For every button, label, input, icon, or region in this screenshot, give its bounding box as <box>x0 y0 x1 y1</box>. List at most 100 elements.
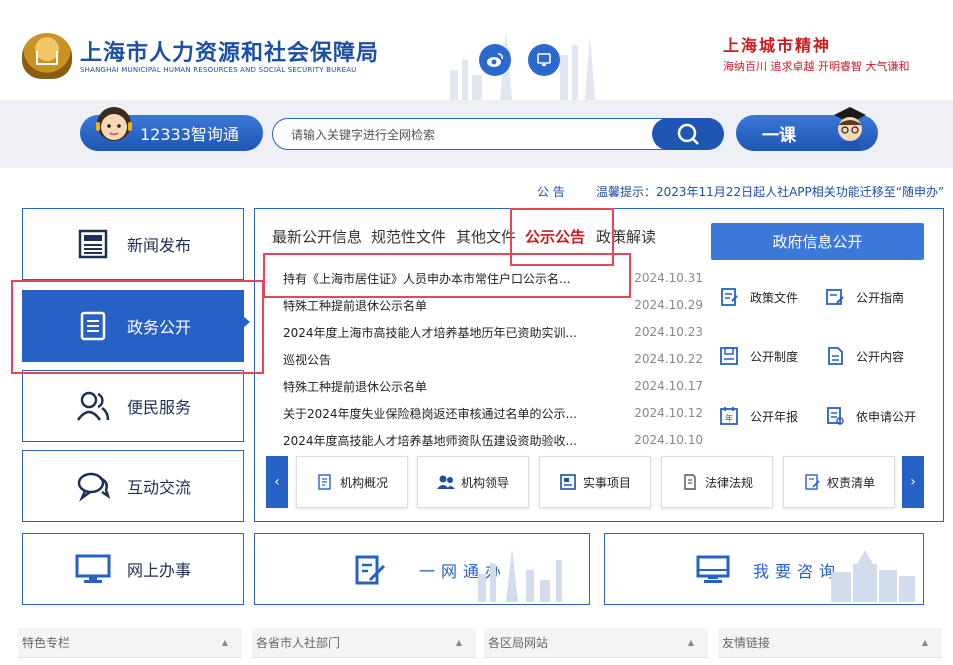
dropdown-provincial-hr[interactable]: 各省市人社部门 ▲ <box>252 628 476 658</box>
leaders-icon <box>436 473 455 491</box>
caret-up-icon: ▲ <box>687 638 694 647</box>
news-row[interactable]: 特殊工种提前退休公示名单 2024.10.29 <box>283 293 703 317</box>
dropdown-label: 各区局网站 <box>488 636 549 650</box>
caret-up-icon: ▲ <box>455 638 462 647</box>
gov-link-guide[interactable]: 公开指南 <box>824 286 904 308</box>
news-date: 2024.10.23 <box>634 325 703 339</box>
tab-policy-interpretation[interactable]: 政策解读 <box>596 226 656 247</box>
bureau-emblem-logo[interactable] <box>22 33 72 79</box>
tab-other-docs[interactable]: 其他文件 <box>456 226 516 247</box>
content-icon <box>824 345 846 367</box>
edit-doc-icon <box>355 555 386 585</box>
nav-item-online-service[interactable]: 网上办事 <box>22 533 244 605</box>
news-date: 2024.10.12 <box>634 406 703 420</box>
projects-icon <box>559 473 577 491</box>
news-row[interactable]: 2024年度高技能人才培养基地师资队伍建设资助验收... 2024.10.10 <box>283 428 703 452</box>
gov-link-annual-report[interactable]: 年 公开年报 <box>718 405 798 427</box>
news-date: 2024.10.17 <box>634 379 703 393</box>
gov-link-label: 公开制度 <box>750 349 799 364</box>
gov-info-disclosure-button[interactable]: 政府信息公开 <box>711 223 924 260</box>
nav-label: 政务公开 <box>127 318 192 337</box>
gov-link-system[interactable]: 公开制度 <box>718 345 798 367</box>
city-spirit-text: 海纳百川 追求卓越 开明睿智 大气谦和 <box>723 60 910 73</box>
news-title: 特殊工种提前退休公示名单 <box>283 298 428 313</box>
news-title: 关于2024年度失业保险稳岗返还审核通过名单的公示... <box>283 406 577 421</box>
weibo-icon[interactable] <box>479 44 511 76</box>
policy-doc-icon <box>718 286 740 308</box>
yike-label: 一课 <box>762 125 796 146</box>
gov-link-content[interactable]: 公开内容 <box>824 345 904 367</box>
gov-link-label: 公开内容 <box>856 349 905 364</box>
site-subtitle: SHANGHAI MUNICIPAL HUMAN RESOURCES AND S… <box>80 66 357 74</box>
online-service-banner[interactable]: 一网通办 <box>254 533 590 605</box>
shortcut-projects[interactable]: 实事项目 <box>539 456 651 508</box>
gov-link-label: 政策文件 <box>750 290 799 305</box>
shortcut-label: 权责清单 <box>826 475 875 490</box>
news-date: 2024.10.31 <box>634 271 703 285</box>
dropdown-label: 各省市人社部门 <box>256 636 341 650</box>
carousel-next-button[interactable]: › <box>902 456 924 508</box>
consult-banner[interactable]: 我要咨询 <box>604 533 924 605</box>
news-row[interactable]: 特殊工种提前退休公示名单 2024.10.17 <box>283 374 703 398</box>
law-icon <box>681 473 699 491</box>
org-overview-icon <box>316 473 334 491</box>
notice-marquee[interactable]: 温馨提示：2023年11月22日起人社APP相关功能迁移至“随申办” <box>596 183 953 200</box>
shortcut-org-overview[interactable]: 机构概况 <box>296 456 408 508</box>
assistant-avatar-icon[interactable] <box>92 104 136 150</box>
nav-item-services[interactable]: 便民服务 <box>22 370 244 442</box>
search-placeholder: 请输入关键字进行全网检索 <box>291 127 436 142</box>
news-title: 持有《上海市居住证》人员申办本市常住户口公示名... <box>283 271 571 286</box>
dropdown-featured-columns[interactable]: 特色专栏 ▲ <box>18 628 242 658</box>
caret-up-icon: ▲ <box>221 638 228 647</box>
news-date: 2024.10.29 <box>634 298 703 312</box>
monitor-icon <box>696 555 730 583</box>
shortcut-leaders[interactable]: 机构领导 <box>417 456 529 508</box>
news-title: 特殊工种提前退休公示名单 <box>283 379 428 394</box>
gov-link-label: 依申请公开 <box>856 409 917 424</box>
shortcut-laws[interactable]: 法律法规 <box>661 456 773 508</box>
dropdown-friendly-links[interactable]: 友情链接 ▲ <box>718 628 942 658</box>
chevron-left-icon: ‹ <box>274 474 280 490</box>
application-icon <box>824 405 846 427</box>
monitor-icon <box>73 549 113 589</box>
chevron-right-icon: › <box>910 474 916 490</box>
nav-item-interaction[interactable]: 互动交流 <box>22 450 244 522</box>
gov-link-label: 公开年报 <box>750 409 799 424</box>
carousel-prev-button[interactable]: ‹ <box>266 456 288 508</box>
news-row[interactable]: 关于2024年度失业保险稳岗返还审核通过名单的公示... 2024.10.12 <box>283 401 703 425</box>
shortcut-responsibility-list[interactable]: 权责清单 <box>783 456 895 508</box>
news-row[interactable]: 巡视公告 2024.10.22 <box>283 347 703 371</box>
document-icon <box>73 306 113 346</box>
gov-link-label: 公开指南 <box>856 290 905 305</box>
guide-icon <box>824 286 846 308</box>
nav-item-news[interactable]: 新闻发布 <box>22 208 244 280</box>
search-icon <box>677 123 699 145</box>
search-input[interactable]: 请输入关键字进行全网检索 <box>272 118 712 150</box>
system-icon <box>718 345 740 367</box>
dropdown-label: 特色专栏 <box>22 636 71 650</box>
tab-latest-info[interactable]: 最新公开信息 <box>272 226 362 247</box>
active-nav-arrow <box>243 316 250 328</box>
gov-link-policy-docs[interactable]: 政策文件 <box>718 286 798 308</box>
responsibility-list-icon <box>803 473 821 491</box>
news-title: 2024年度上海市高技能人才培养基地历年已资助实训... <box>283 325 577 340</box>
svg-text:年: 年 <box>725 413 733 423</box>
newspaper-icon <box>73 224 113 264</box>
notice-label: 公 告 <box>537 185 565 199</box>
news-row[interactable]: 2024年度上海市高技能人才培养基地历年已资助实训... 2024.10.23 <box>283 320 703 344</box>
skyline-decoration <box>450 30 595 100</box>
site-title[interactable]: 上海市人力资源和社会保障局 <box>80 35 379 67</box>
gov-link-apply[interactable]: 依申请公开 <box>824 405 916 427</box>
nav-item-gov-affairs[interactable]: 政务公开 <box>22 290 244 362</box>
news-date: 2024.10.10 <box>634 433 703 447</box>
teacher-avatar-icon[interactable] <box>826 103 874 151</box>
dropdown-district-sites[interactable]: 各区局网站 ▲ <box>484 628 708 658</box>
shortcut-label: 法律法规 <box>704 475 753 490</box>
search-button[interactable] <box>652 118 724 150</box>
skyline-illustration <box>478 548 562 602</box>
news-row[interactable]: 持有《上海市居住证》人员申办本市常住户口公示名... 2024.10.31 <box>283 266 703 290</box>
mobile-app-icon[interactable] <box>528 44 560 76</box>
tab-announcements[interactable]: 公示公告 <box>525 226 585 247</box>
tab-normative-docs[interactable]: 规范性文件 <box>371 226 446 247</box>
people-icon <box>73 386 113 426</box>
